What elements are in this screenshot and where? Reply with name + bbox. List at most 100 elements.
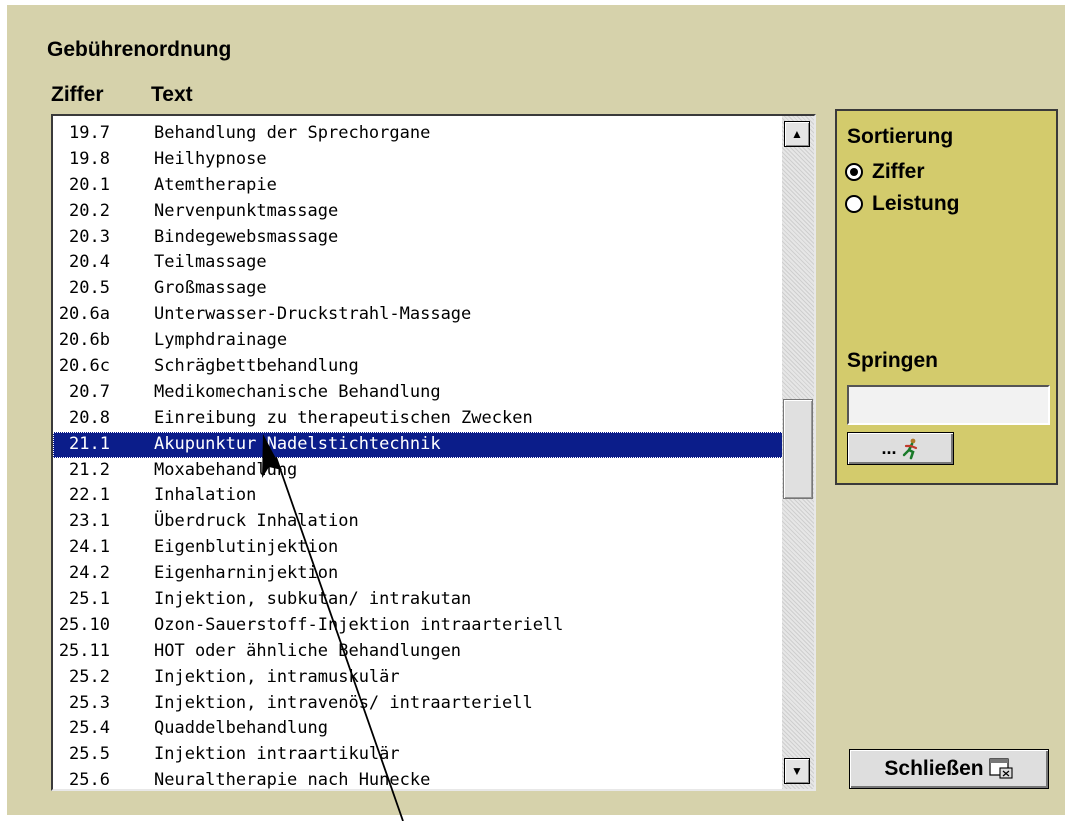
row-code: 24.2	[69, 563, 110, 584]
list-row[interactable]: 20.6b Lymphdrainage	[53, 328, 784, 354]
fee-list[interactable]: 19.7 Behandlung der Sprechorgane 19.8 Heilh…	[51, 114, 816, 791]
row-text: Injektion, subkutan/ intrakutan	[154, 589, 472, 610]
row-text: Bindegewebsmassage	[154, 226, 339, 247]
row-code: 22.1	[69, 485, 110, 506]
list-row[interactable]: 24.2 Eigenharninjektion	[53, 561, 784, 587]
jump-input[interactable]	[847, 385, 1050, 425]
fee-schedule-dialog: Gebührenordnung Ziffer Text 19.7 Behandlu…	[7, 5, 1065, 815]
list-row[interactable]: 20.8 Einreibung zu therapeutischen Zwecke…	[53, 406, 784, 432]
radio-checked-icon[interactable]	[845, 163, 863, 181]
row-text: Akupunktur Nadelstichtechnik	[154, 433, 441, 454]
row-code: 19.8	[69, 148, 110, 169]
jump-label: Springen	[847, 349, 939, 372]
row-code: 25.11	[58, 640, 110, 661]
list-row[interactable]: 25.11 HOT oder ähnliche Behandlungen	[53, 639, 784, 665]
row-text: Einreibung zu therapeutischen Zwecken	[154, 407, 533, 428]
list-row[interactable]: 20.4 Teilmassage	[53, 250, 784, 276]
sort-radio-service[interactable]: Leistung	[845, 192, 960, 216]
row-code: 25.2	[69, 666, 110, 687]
close-button-label: Schließen	[884, 757, 984, 780]
row-code: 25.6	[69, 770, 110, 791]
row-text: Inhalation	[154, 485, 257, 506]
window-close-icon	[988, 758, 1013, 779]
row-text: Unterwasser-Druckstrahl-Massage	[154, 304, 472, 325]
list-row[interactable]: 25.2 Injektion, intramuskulär	[53, 665, 784, 691]
list-row[interactable]: 19.7 Behandlung der Sprechorgane	[53, 121, 784, 147]
row-text: Eigenblutinjektion	[154, 537, 339, 558]
row-code: 25.4	[69, 718, 110, 739]
row-code: 20.6c	[58, 356, 110, 377]
dialog-title: Gebührenordnung	[47, 38, 232, 61]
row-code: 24.1	[69, 537, 110, 558]
scrollbar-thumb[interactable]	[783, 399, 813, 499]
list-row[interactable]: 25.10 Ozon-Sauerstoff-Injektion intraarte…	[53, 613, 784, 639]
list-row[interactable]: 21.1 Akupunktur Nadelstichtechnik	[53, 431, 784, 458]
row-text: Behandlung der Sprechorgane	[154, 123, 431, 143]
row-code: 20.6b	[58, 330, 110, 351]
sort-radio-service-label[interactable]: Leistung	[872, 192, 960, 216]
row-text: Lymphdrainage	[154, 330, 288, 351]
row-text: Injektion, intramuskulär	[154, 666, 400, 687]
row-code: 20.4	[69, 252, 110, 273]
row-code: 23.1	[69, 511, 110, 532]
arrow-down-icon: ▼	[791, 764, 803, 778]
list-row[interactable]: 20.5 Großmassage	[53, 276, 784, 302]
list-scrollbar[interactable]: ▲ ▼	[782, 116, 814, 789]
row-text: Injektion, intravenös/ intraarteriell	[154, 692, 533, 713]
list-row[interactable]: 22.1 Inhalation	[53, 483, 784, 509]
jump-button[interactable]: ...	[847, 432, 954, 465]
row-text: HOT oder ähnliche Behandlungen	[154, 640, 462, 661]
sort-radio-code[interactable]: Ziffer	[845, 160, 925, 184]
column-header-text: Text	[151, 83, 193, 106]
list-row[interactable]: 20.2 Nervenpunktmassage	[53, 199, 784, 225]
row-text: Atemtherapie	[154, 174, 277, 195]
row-text: Eigenharninjektion	[154, 563, 339, 584]
list-row[interactable]: 21.2 Moxabehandlung	[53, 458, 784, 484]
row-text: Nervenpunktmassage	[154, 200, 339, 221]
list-row[interactable]: 20.1 Atemtherapie	[53, 173, 784, 199]
row-text: Heilhypnose	[154, 148, 267, 169]
row-text: Injektion intraartikulär	[154, 744, 400, 765]
list-row[interactable]: 25.3 Injektion, intravenös/ intraarteriel…	[53, 691, 784, 717]
row-text: Ozon-Sauerstoff-Injektion intraarteriell	[154, 614, 564, 635]
radio-unchecked-icon[interactable]	[845, 195, 863, 213]
row-code: 20.8	[69, 407, 110, 428]
running-man-icon	[902, 438, 917, 459]
column-header-code: Ziffer	[51, 83, 104, 106]
list-row[interactable]: 20.6a Unterwasser-Druckstrahl-Massage	[53, 302, 784, 328]
list-row[interactable]: 20.6c Schrägbettbehandlung	[53, 354, 784, 380]
row-text: Schrägbettbehandlung	[154, 356, 359, 377]
list-row[interactable]: 19.8 Heilhypnose	[53, 147, 784, 173]
list-row[interactable]: 25.5 Injektion intraartikulär	[53, 742, 784, 768]
row-code: 20.6a	[58, 304, 110, 325]
row-code: 25.1	[69, 589, 110, 610]
list-row[interactable]: 20.3 Bindegewebsmassage	[53, 225, 784, 251]
row-code: 25.5	[69, 744, 110, 765]
list-row[interactable]: 24.1 Eigenblutinjektion	[53, 535, 784, 561]
list-row[interactable]: 25.4 Quaddelbehandlung	[53, 716, 784, 742]
row-code: 20.3	[69, 226, 110, 247]
scroll-up-button[interactable]: ▲	[784, 121, 810, 147]
list-row[interactable]: 20.7 Medikomechanische Behandlung	[53, 380, 784, 406]
close-button[interactable]: Schließen	[849, 749, 1049, 789]
row-text: Großmassage	[154, 278, 267, 299]
row-code: 20.1	[69, 174, 110, 195]
sort-radio-code-label[interactable]: Ziffer	[872, 160, 925, 184]
scroll-down-button[interactable]: ▼	[784, 758, 810, 784]
list-row[interactable]: 25.1 Injektion, subkutan/ intrakutan	[53, 587, 784, 613]
row-text: Neuraltherapie nach Hunecke	[154, 770, 431, 791]
fee-list-rows: 19.7 Behandlung der Sprechorgane 19.8 Heilh…	[53, 121, 784, 791]
jump-button-label: ...	[881, 438, 897, 458]
sort-panel: Sortierung Ziffer Leistung Springen ...	[835, 109, 1058, 485]
row-code: 19.7	[69, 123, 110, 143]
arrow-up-icon: ▲	[791, 127, 803, 141]
row-code: 20.7	[69, 381, 110, 402]
row-text: Überdruck Inhalation	[154, 511, 359, 532]
row-code: 25.3	[69, 692, 110, 713]
row-code: 21.1	[69, 433, 110, 454]
list-row[interactable]: 25.6 Neuraltherapie nach Hunecke	[53, 768, 784, 791]
row-text: Teilmassage	[154, 252, 267, 273]
row-text: Moxabehandlung	[154, 459, 298, 480]
row-text: Medikomechanische Behandlung	[154, 381, 441, 402]
list-row[interactable]: 23.1 Überdruck Inhalation	[53, 509, 784, 535]
